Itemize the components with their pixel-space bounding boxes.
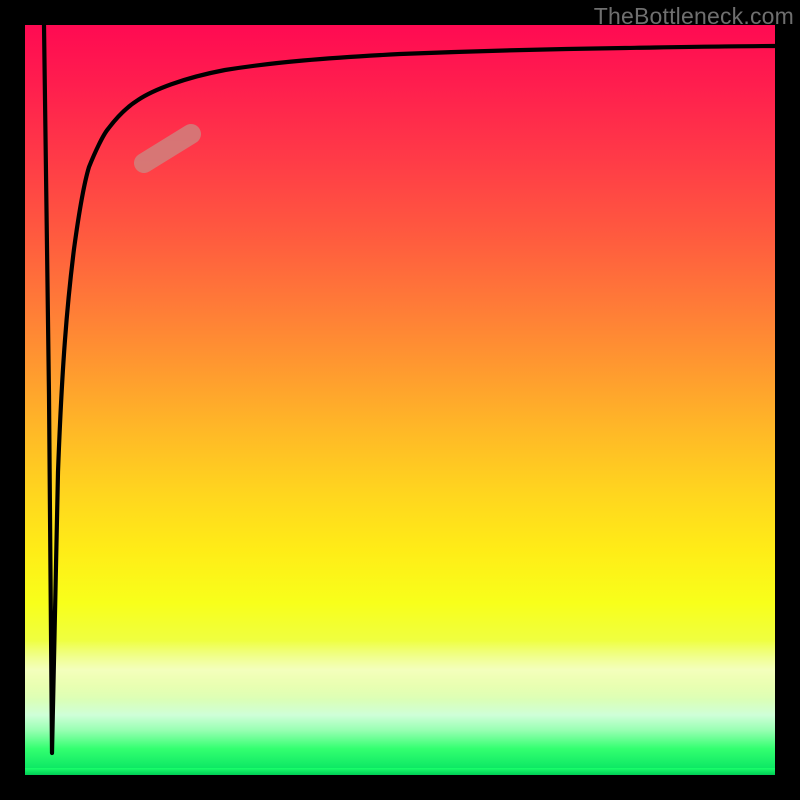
curve-layer <box>25 25 775 775</box>
plot-area <box>25 25 775 775</box>
frame-top: TheBottleneck.com <box>0 0 800 25</box>
frame-bottom <box>0 775 800 800</box>
chart-stage: TheBottleneck.com <box>0 0 800 800</box>
frame-left <box>0 0 25 800</box>
watermark-text: TheBottleneck.com <box>594 3 794 30</box>
main-curve <box>44 25 775 753</box>
highlight-marker <box>144 134 191 163</box>
